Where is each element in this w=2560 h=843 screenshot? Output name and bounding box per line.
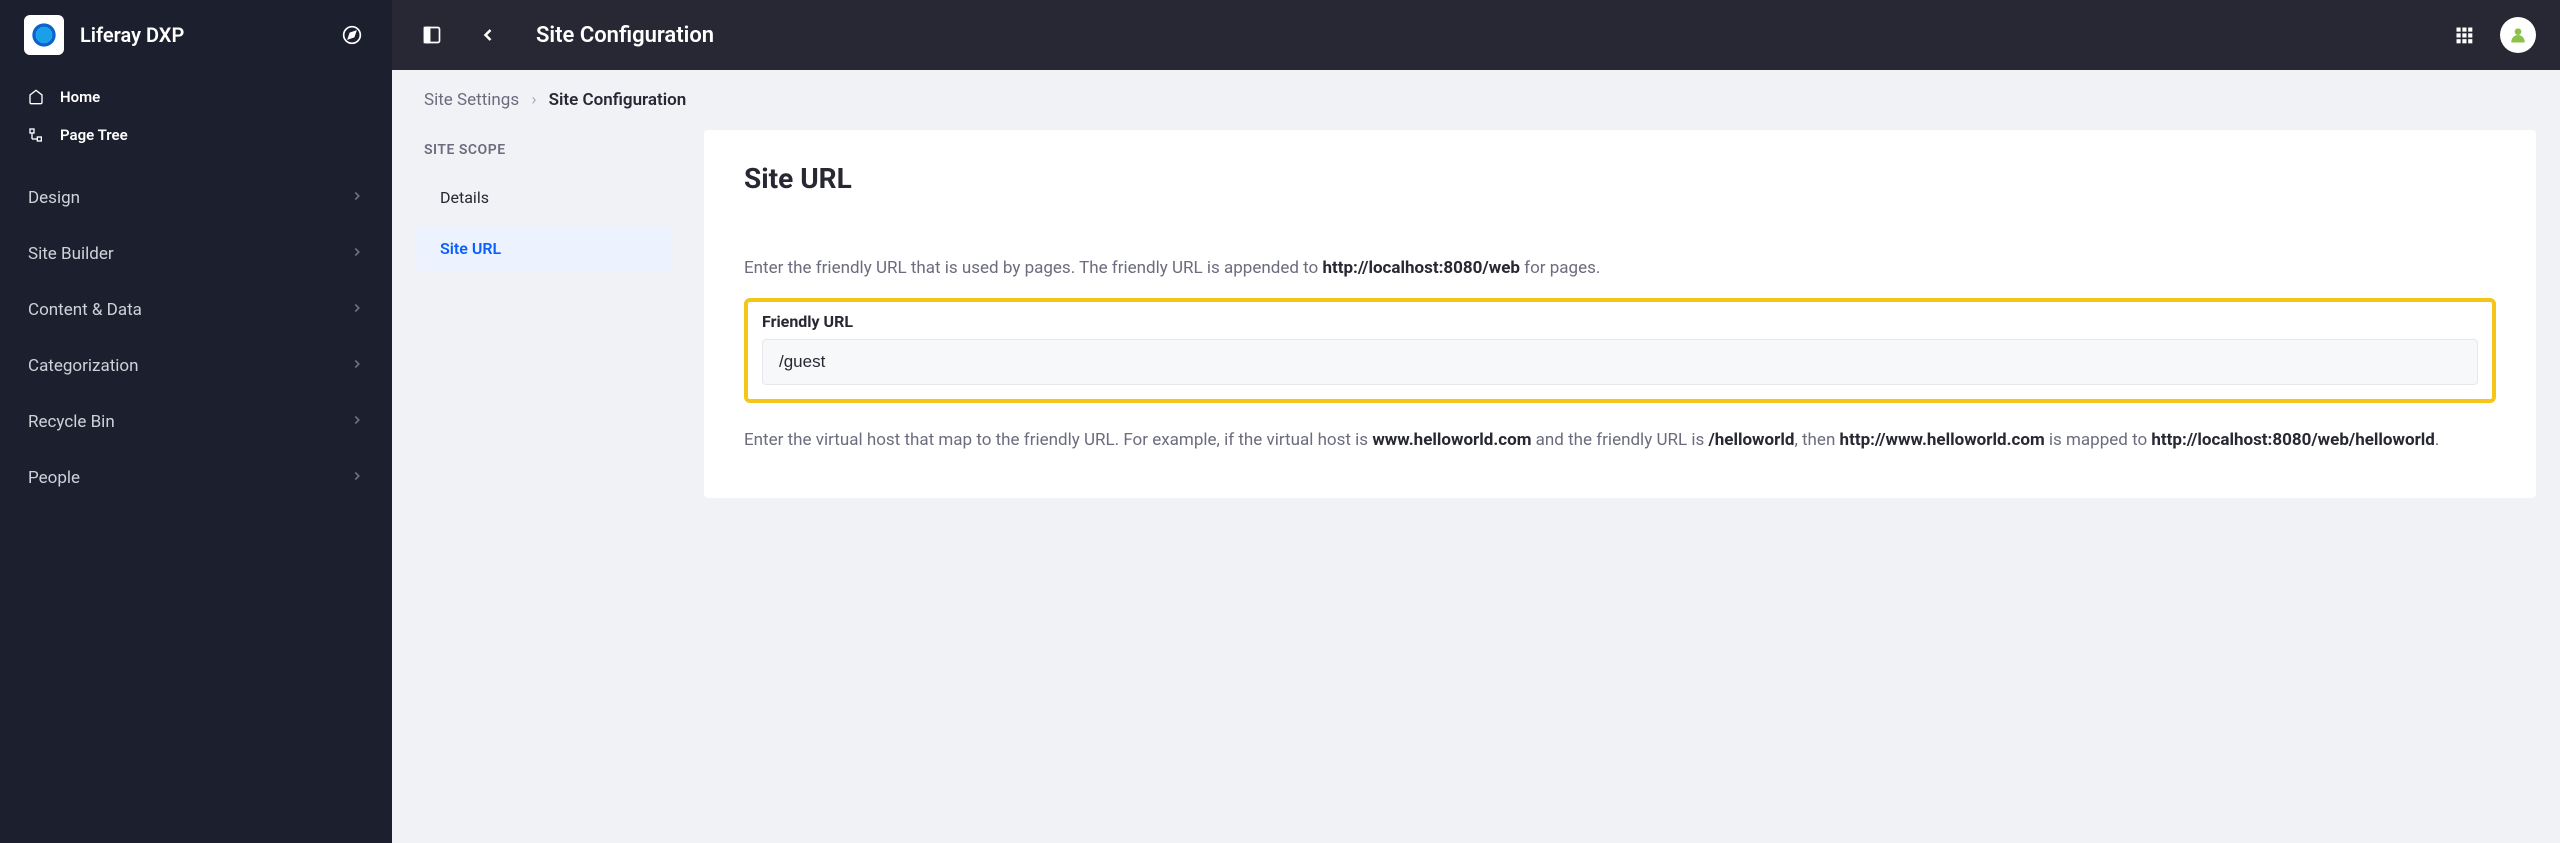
virtual-host-description: Enter the virtual host that map to the f…: [744, 427, 2496, 454]
app-title: Liferay DXP: [80, 23, 336, 47]
page-title: Site Configuration: [536, 23, 714, 48]
sidebar-menu-site-builder[interactable]: Site Builder: [0, 226, 392, 282]
breadcrumb-separator: ›: [531, 90, 536, 110]
breadcrumb-current: Site Configuration: [549, 90, 687, 110]
back-button[interactable]: [472, 19, 504, 51]
panel-toggle-icon[interactable]: [416, 19, 448, 51]
chevron-right-icon: [350, 244, 364, 264]
sidebar-menu-label: Site Builder: [28, 244, 114, 264]
sidebar-item-label: Home: [60, 88, 100, 106]
user-avatar[interactable]: [2500, 17, 2536, 53]
friendly-url-input[interactable]: [762, 339, 2478, 385]
sidebar: Liferay DXP Home Page Tree Des: [0, 0, 392, 843]
home-icon: [28, 88, 46, 106]
liferay-logo-icon[interactable]: [24, 15, 64, 55]
panel-title: Site URL: [744, 162, 2496, 195]
sidebar-menu-design[interactable]: Design: [0, 170, 392, 226]
friendly-url-label: Friendly URL: [762, 312, 2478, 331]
scope-item-site-url[interactable]: Site URL: [416, 225, 672, 272]
chevron-right-icon: [350, 300, 364, 320]
friendly-url-description: Enter the friendly URL that is used by p…: [744, 255, 2496, 282]
sidebar-header: Liferay DXP: [0, 0, 392, 70]
sidebar-menu-content-data[interactable]: Content & Data: [0, 282, 392, 338]
sidebar-menu-categorization[interactable]: Categorization: [0, 338, 392, 394]
chevron-right-icon: [350, 188, 364, 208]
sidebar-menu-recycle-bin[interactable]: Recycle Bin: [0, 394, 392, 450]
sidebar-menu-label: Recycle Bin: [28, 412, 115, 432]
apps-grid-icon[interactable]: [2448, 19, 2480, 51]
topbar: Site Configuration: [392, 0, 2560, 70]
chevron-right-icon: [350, 412, 364, 432]
chevron-right-icon: [350, 356, 364, 376]
sidebar-item-home[interactable]: Home: [0, 78, 392, 116]
sidebar-menu-label: Design: [28, 188, 80, 208]
sidebar-item-label: Page Tree: [60, 126, 128, 144]
compass-icon[interactable]: [336, 19, 368, 51]
sidebar-item-page-tree[interactable]: Page Tree: [0, 116, 392, 154]
sidebar-menu-people[interactable]: People: [0, 450, 392, 506]
tree-icon: [28, 126, 46, 144]
sidebar-menu-label: People: [28, 468, 80, 488]
friendly-url-highlight: Friendly URL: [744, 298, 2496, 403]
scope-nav: SITE SCOPE Details Site URL: [416, 130, 672, 498]
breadcrumb-parent[interactable]: Site Settings: [424, 90, 519, 110]
sidebar-menu-label: Categorization: [28, 356, 138, 376]
scope-item-details[interactable]: Details: [416, 174, 672, 221]
main-panel: Site URL Enter the friendly URL that is …: [704, 130, 2536, 498]
scope-label: SITE SCOPE: [416, 130, 672, 174]
sidebar-menu-label: Content & Data: [28, 300, 142, 320]
chevron-right-icon: [350, 468, 364, 488]
breadcrumb: Site Settings › Site Configuration: [392, 70, 2560, 118]
